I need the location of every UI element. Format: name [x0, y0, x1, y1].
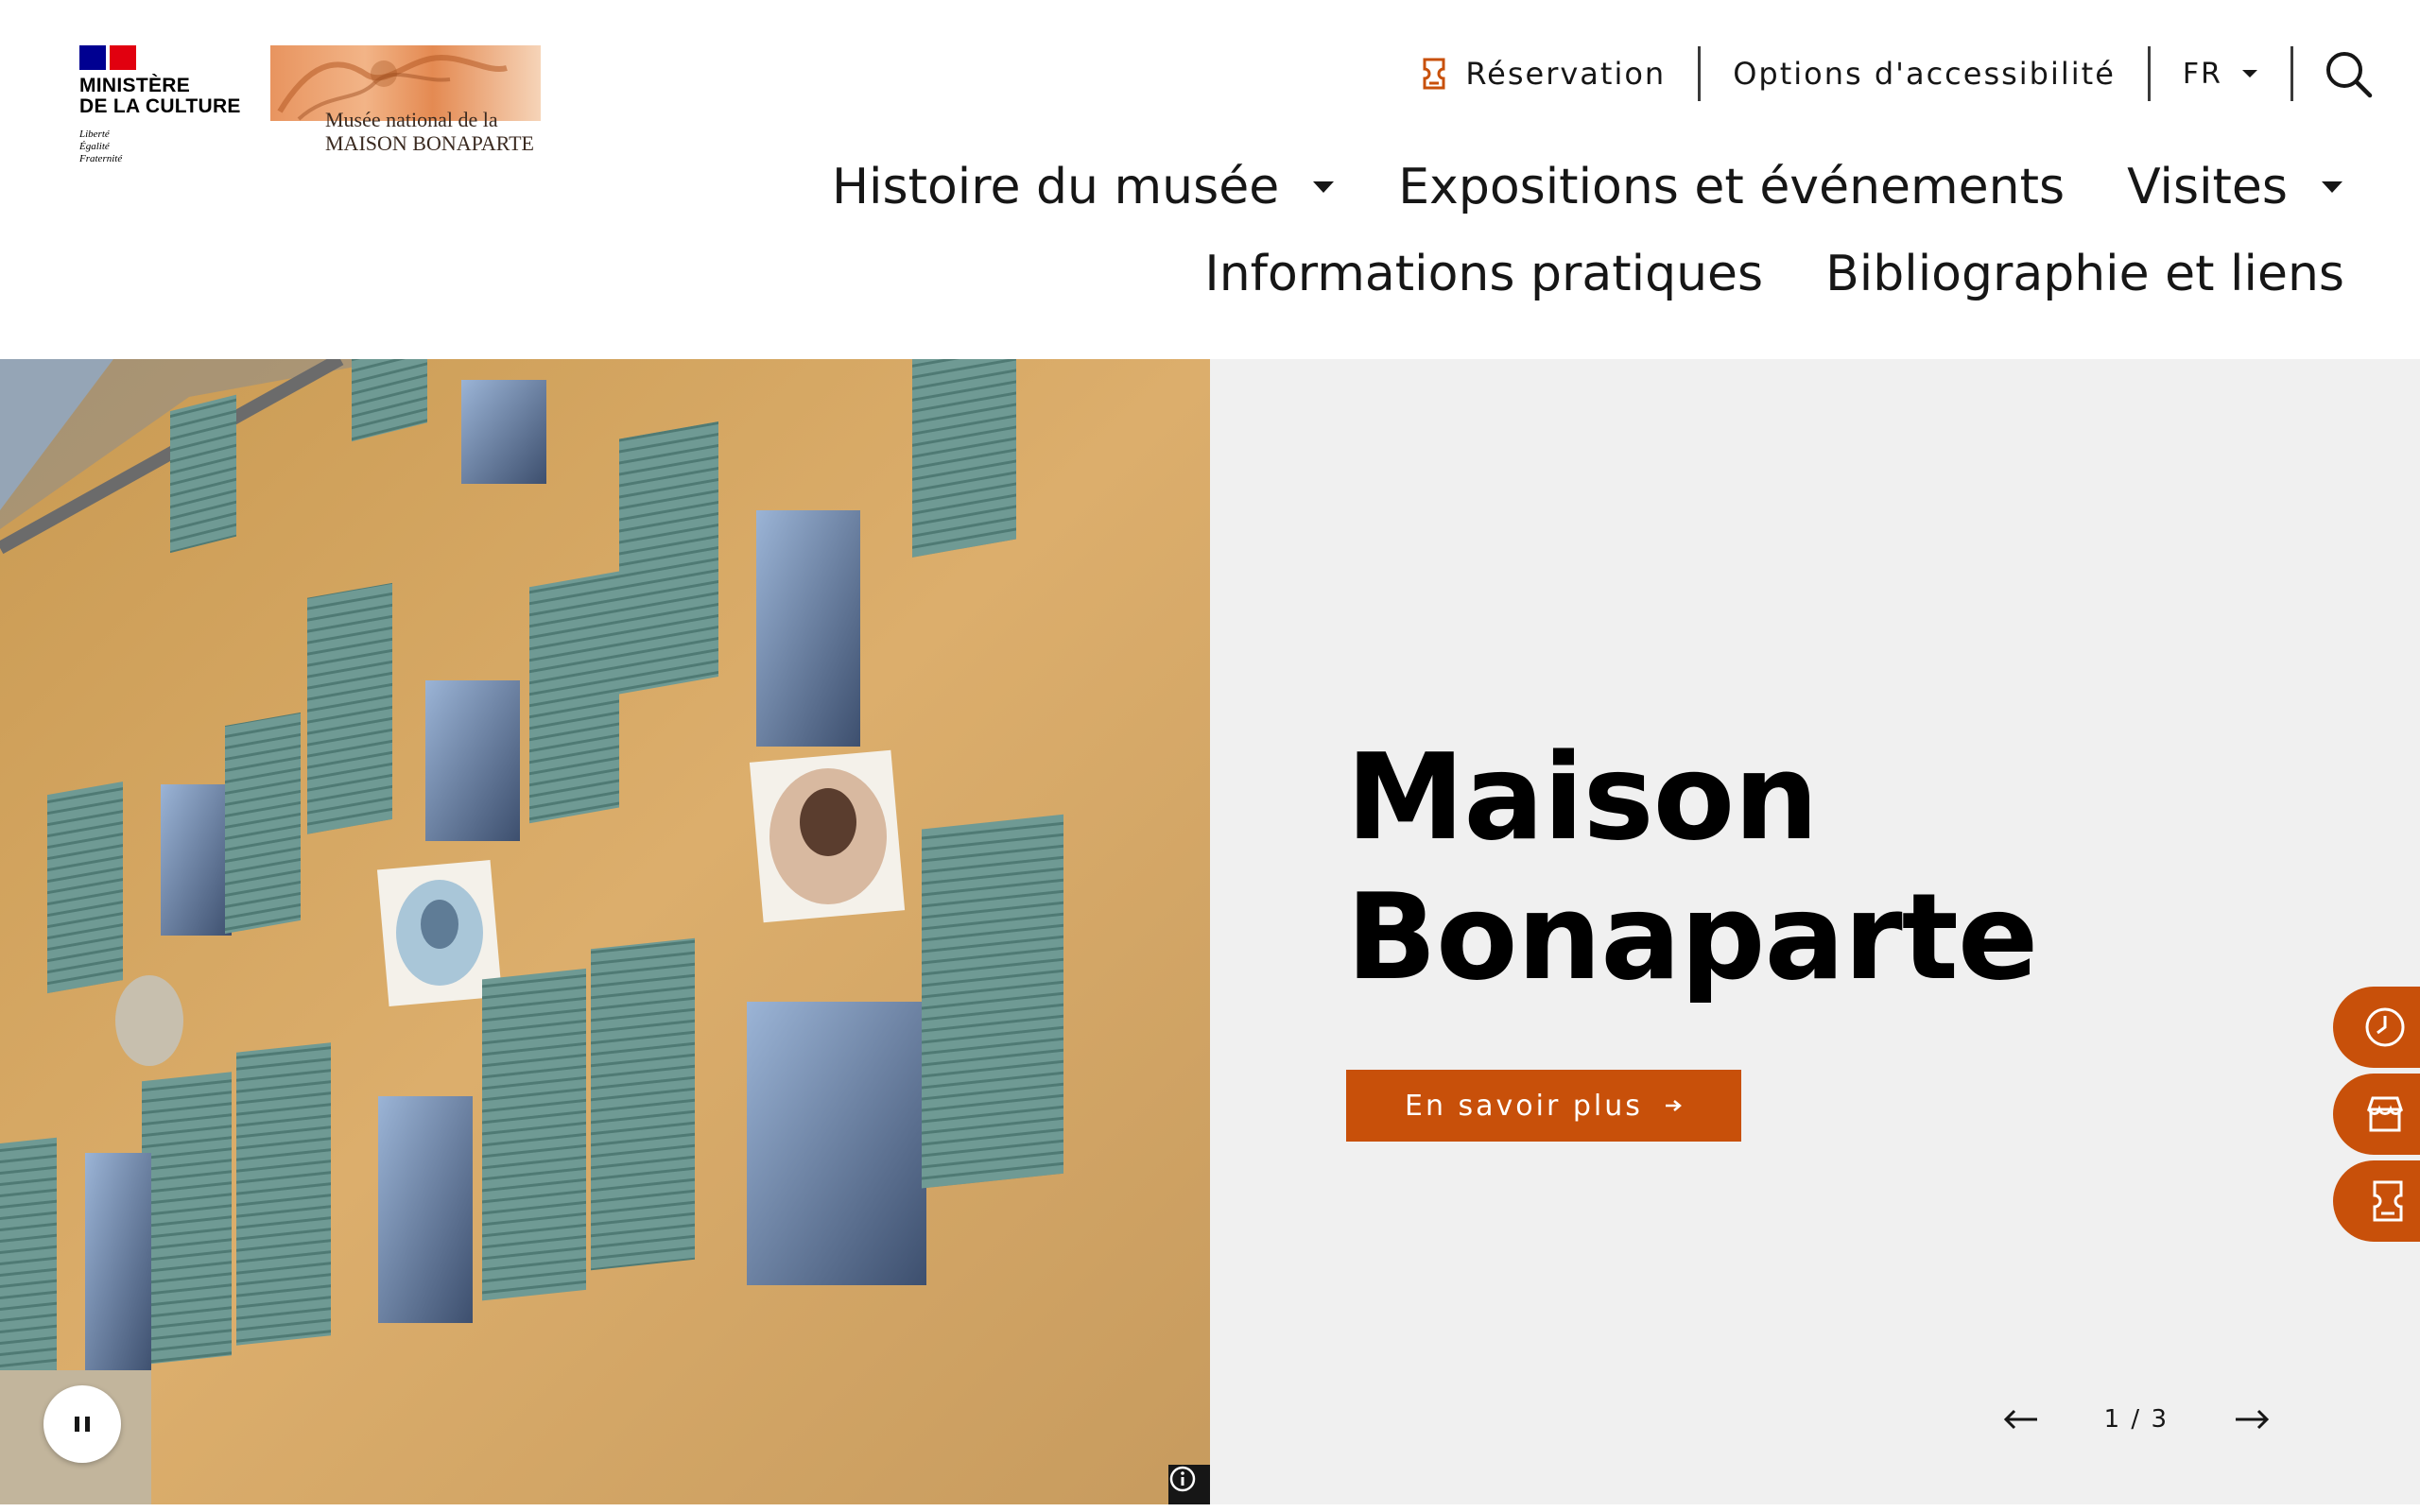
hero-title: Maison Bonaparte [1346, 728, 2038, 1006]
musee-logo-text: Musée national de la MAISON BONAPARTE [325, 108, 534, 155]
ticket-icon [1423, 58, 1445, 90]
pause-icon [85, 1417, 90, 1432]
hero-content: Maison Bonaparte En savoir plus [1346, 728, 2038, 1142]
ministere-title: MINISTÈRE DE LA CULTURE [79, 75, 241, 117]
marianne-flag-icon [79, 45, 136, 70]
ministere-culture-logo[interactable]: MINISTÈRE DE LA CULTURE Liberté Égalité … [79, 45, 250, 168]
pause-slider-button[interactable] [43, 1385, 121, 1463]
previous-slide-button[interactable] [1995, 1393, 2048, 1446]
search-icon [2326, 52, 2373, 98]
next-slide-button[interactable] [2225, 1393, 2278, 1446]
clock-icon [2365, 1007, 2405, 1047]
nav-item-informations-pratiques[interactable]: Informations pratiques [1204, 246, 1763, 302]
nav-row-2: Informations pratiques Bibliographie et … [643, 238, 2344, 310]
slide-counter: 1 / 3 [2103, 1405, 2169, 1434]
ticket-icon [2373, 1180, 2403, 1222]
image-info-button[interactable] [1168, 1465, 1210, 1504]
ministere-motto: Liberté Égalité Fraternité [79, 129, 123, 164]
nav-item-label: Visites [2127, 159, 2288, 215]
nav-item-expositions-et-evenements[interactable]: Expositions et événements [1398, 159, 2065, 215]
nav-item-label: Histoire du musée [831, 159, 1280, 215]
chevron-down-icon [2322, 181, 2342, 193]
accessibility-label: Options d'accessibilité [1733, 56, 2116, 92]
quick-access-tabs [2333, 987, 2420, 1247]
hero-image-maison-bonaparte-facade [0, 359, 1210, 1504]
reservation-link[interactable]: Réservation [1390, 43, 1698, 104]
en-savoir-plus-button[interactable]: En savoir plus [1346, 1070, 1741, 1142]
accessibility-options-link[interactable]: Options d'accessibilité [1701, 43, 2148, 104]
nav-item-label: Bibliographie et liens [1825, 246, 2344, 302]
arrow-right-icon [2236, 1409, 2270, 1430]
info-icon [1169, 1466, 1196, 1492]
cta-label: En savoir plus [1405, 1089, 1643, 1123]
language-value: FR [2182, 57, 2222, 91]
nav-item-bibliographie-et-liens[interactable]: Bibliographie et liens [1825, 246, 2344, 302]
main-navigation: Histoire du musée Expositions et événeme… [643, 151, 2344, 310]
pause-icon [75, 1417, 79, 1432]
chevron-down-icon [1313, 181, 1335, 193]
side-tab-opening-hours[interactable] [2333, 987, 2420, 1068]
top-utility-bar: Réservation Options d'accessibilité FR [1390, 43, 2382, 104]
side-tab-ticketing[interactable] [2333, 1160, 2420, 1242]
reservation-label: Réservation [1465, 56, 1667, 92]
language-selector[interactable]: FR [2151, 43, 2290, 104]
site-header: MINISTÈRE DE LA CULTURE Liberté Égalité … [0, 0, 2420, 359]
arrow-left-icon [2003, 1409, 2037, 1430]
nav-item-label: Expositions et événements [1398, 159, 2066, 215]
nav-item-histoire-du-musee[interactable]: Histoire du musée [832, 159, 1336, 215]
nav-item-label: Informations pratiques [1204, 246, 1764, 302]
slider-controls: 1 / 3 [1995, 1393, 2278, 1446]
chevron-down-icon [2242, 70, 2257, 77]
hero-slider: Maison Bonaparte En savoir plus 1 / 3 [0, 359, 2420, 1504]
search-button[interactable] [2293, 43, 2382, 104]
shop-icon [2366, 1096, 2404, 1132]
nav-row-1: Histoire du musée Expositions et événeme… [643, 151, 2344, 223]
nav-item-visites[interactable]: Visites [2127, 159, 2344, 215]
side-tab-shop[interactable] [2333, 1074, 2420, 1155]
musee-maison-bonaparte-logo[interactable]: Musée national de la MAISON BONAPARTE [270, 45, 541, 163]
arrow-right-icon [1665, 1100, 1682, 1111]
